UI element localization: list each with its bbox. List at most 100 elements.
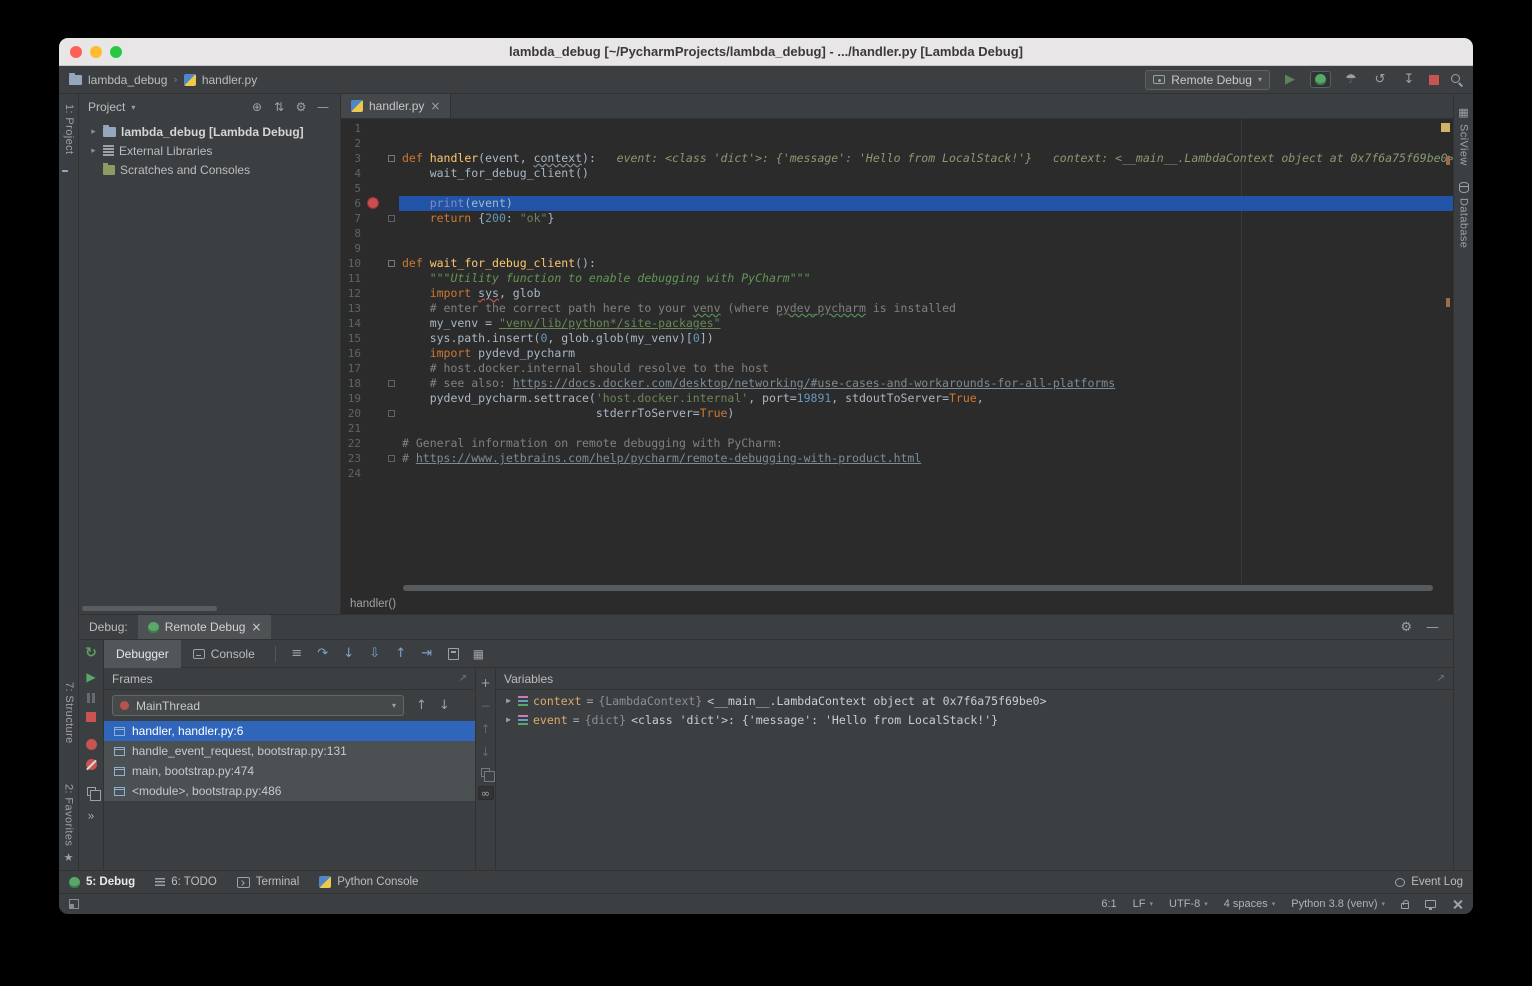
code-line-5[interactable] — [399, 181, 1453, 196]
fold-marker-icon[interactable] — [388, 380, 395, 387]
locate-file-button[interactable]: ⊕ — [249, 100, 265, 114]
frame-row-3[interactable]: main, bootstrap.py:474 — [104, 761, 475, 781]
step-into-button[interactable]: ↓ — [336, 646, 362, 661]
gutter-line-15[interactable]: 15 — [341, 331, 399, 346]
collapse-all-button[interactable]: ⇅ — [271, 100, 287, 114]
code-line-4[interactable]: wait_for_debug_client() — [399, 166, 1453, 181]
code-line-6[interactable]: print(event) — [399, 196, 1453, 211]
variable-row-2[interactable]: ▶event={dict}<class 'dict'>: {'message':… — [496, 710, 1453, 729]
pause-button[interactable] — [86, 693, 96, 703]
stripe-project-button[interactable]: 1: Project — [63, 104, 75, 154]
view-breakpoints-grid-button[interactable]: ▦ — [473, 647, 484, 661]
gutter-line-5[interactable]: 5 — [341, 181, 399, 196]
sciview-icon[interactable]: ▦ — [1458, 106, 1468, 119]
gutter-line-19[interactable]: 19 — [341, 391, 399, 406]
resume-button[interactable]: ▶ — [86, 670, 95, 684]
editor-tab-handler[interactable]: handler.py × — [341, 94, 451, 118]
project-panel-title[interactable]: Project — [88, 100, 125, 114]
run-to-cursor-button[interactable]: ⇥ — [414, 646, 440, 661]
gutter-line-24[interactable]: 24 — [341, 466, 399, 481]
gutter-line-9[interactable]: 9 — [341, 241, 399, 256]
breakpoint-icon[interactable] — [367, 197, 379, 209]
gutter-line-20[interactable]: 20 — [341, 406, 399, 421]
mute-breakpoints-button[interactable] — [86, 759, 97, 770]
previous-frame-button[interactable]: ↑ — [416, 698, 427, 713]
close-session-icon[interactable]: × — [251, 620, 261, 634]
code-line-16[interactable]: import pydevd_pycharm — [399, 346, 1453, 361]
fold-marker-icon[interactable] — [388, 215, 395, 222]
expand-chevron-icon[interactable]: ▶ — [504, 715, 513, 724]
remove-watch-button[interactable]: − — [480, 699, 490, 713]
gear-icon[interactable]: ⚙ — [293, 100, 309, 114]
minimize-window-button[interactable] — [90, 46, 102, 58]
thread-select[interactable]: MainThread ▾ — [112, 695, 404, 716]
gutter-line-11[interactable]: 11 — [341, 271, 399, 286]
debug-button[interactable] — [1310, 71, 1331, 88]
view-breakpoints-button[interactable] — [86, 739, 97, 750]
code-line-14[interactable]: my_venv = "venv/lib/python*/site-package… — [399, 316, 1453, 331]
fold-marker-icon[interactable] — [388, 260, 395, 267]
hide-panel-button[interactable]: — — [315, 100, 331, 114]
tools-icon[interactable] — [1452, 899, 1463, 910]
monitor-icon[interactable] — [1425, 900, 1436, 908]
panel-corner-icon[interactable]: ↗ — [459, 673, 467, 684]
show-watches-toggle[interactable]: ∞ — [478, 786, 494, 800]
add-watch-button[interactable]: + — [480, 676, 490, 690]
step-out-button[interactable]: ↑ — [388, 646, 414, 661]
coverage-button[interactable]: ☂ — [1342, 72, 1360, 87]
hide-debug-panel-button[interactable]: — — [1426, 620, 1439, 635]
force-step-into-button[interactable]: ⇩ — [362, 646, 388, 661]
gutter-line-7[interactable]: 7 — [341, 211, 399, 226]
error-stripe-mark[interactable] — [1446, 298, 1450, 307]
move-up-button[interactable]: ↑ — [480, 722, 490, 736]
star-icon[interactable]: ★ — [64, 851, 74, 864]
tree-chevron-icon[interactable]: ▸ — [89, 146, 98, 156]
code-line-20[interactable]: stderrToServer=True) — [399, 406, 1453, 421]
run-configuration-select[interactable]: Remote Debug ▾ — [1145, 70, 1270, 90]
gutter-line-6[interactable]: 6 — [341, 196, 399, 211]
frame-row-4[interactable]: <module>, bootstrap.py:486 — [104, 781, 475, 801]
code-line-22[interactable]: # General information on remote debuggin… — [399, 436, 1453, 451]
menu-icon[interactable]: ≡ — [284, 646, 310, 661]
status-item-2[interactable]: LF▾ — [1133, 898, 1153, 910]
code-line-11[interactable]: """Utility function to enable debugging … — [399, 271, 1453, 286]
gutter-line-8[interactable]: 8 — [341, 226, 399, 241]
debug-session-tab[interactable]: Remote Debug × — [138, 615, 272, 639]
breadcrumb-project[interactable]: lambda_debug — [88, 73, 167, 87]
gutter-line-14[interactable]: 14 — [341, 316, 399, 331]
move-down-button[interactable]: ↓ — [480, 745, 490, 759]
frame-row-1[interactable]: handler, handler.py:6 — [104, 721, 475, 741]
gutter-line-12[interactable]: 12 — [341, 286, 399, 301]
fold-marker-icon[interactable] — [388, 410, 395, 417]
tab-console[interactable]: Console — [181, 640, 267, 668]
code-line-12[interactable]: import sys, glob — [399, 286, 1453, 301]
frame-row-2[interactable]: handle_event_request, bootstrap.py:131 — [104, 741, 475, 761]
stop-debug-button[interactable] — [86, 712, 96, 722]
error-stripe-file-mark[interactable] — [1441, 123, 1450, 132]
stop-button[interactable] — [1429, 75, 1439, 85]
stripe-structure-button[interactable]: 7: Structure — [63, 682, 75, 744]
fold-marker-icon[interactable] — [388, 455, 395, 462]
close-window-button[interactable] — [70, 46, 82, 58]
tab-debugger[interactable]: Debugger — [104, 640, 181, 668]
code-line-13[interactable]: # enter the correct path here to your ve… — [399, 301, 1453, 316]
status-item-3[interactable]: UTF-8▾ — [1169, 898, 1208, 910]
scrollbar-thumb[interactable] — [403, 585, 1433, 591]
status-item-5[interactable]: Python 3.8 (venv)▾ — [1291, 898, 1385, 910]
run-button[interactable]: ▶ — [1281, 72, 1299, 87]
search-everywhere-button[interactable] — [1450, 73, 1463, 86]
code-line-8[interactable] — [399, 226, 1453, 241]
code-line-7[interactable]: return {200: "ok"} — [399, 211, 1453, 226]
database-icon[interactable] — [1459, 182, 1469, 193]
stripe-favorites-button[interactable]: 2: Favorites — [63, 784, 75, 846]
editor-code[interactable]: def handler(event, context): event: <cla… — [399, 119, 1453, 583]
code-line-1[interactable] — [399, 121, 1453, 136]
gear-icon[interactable]: ⚙ — [1400, 620, 1412, 635]
code-line-18[interactable]: # see also: https://docs.docker.com/desk… — [399, 376, 1453, 391]
lock-icon[interactable] — [1401, 903, 1409, 909]
toolwindow-button-python-console[interactable]: Python Console — [319, 876, 418, 888]
error-stripe-mark[interactable] — [1446, 156, 1450, 165]
update-button[interactable]: ↧ — [1400, 72, 1418, 87]
restore-layout-button[interactable] — [87, 787, 96, 796]
zoom-window-button[interactable] — [110, 46, 122, 58]
